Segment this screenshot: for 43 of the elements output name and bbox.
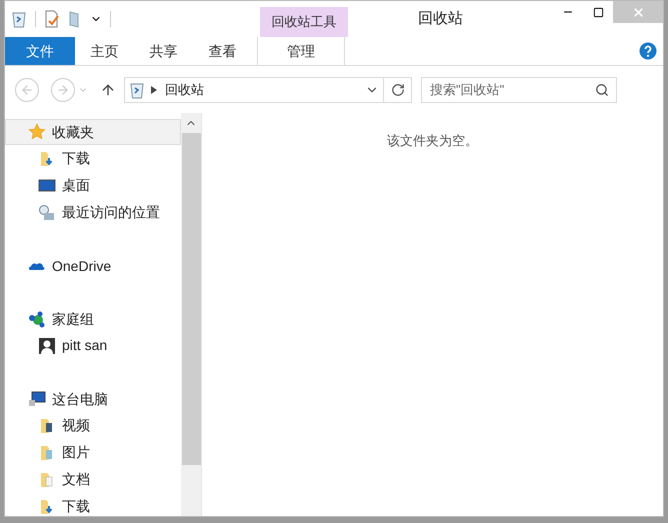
address-bar[interactable]: 回收站 [124,76,412,102]
nav-item[interactable]: 视频 [5,412,181,439]
close-icon [632,6,644,18]
nav-item[interactable]: 家庭组 [5,306,181,332]
desktop-icon [38,176,56,194]
nav-item[interactable]: 这台电脑 [5,386,181,412]
scrollbar[interactable] [181,113,201,516]
search-field[interactable]: 搜索"回收站" [421,76,617,102]
window-title: 回收站 [418,8,463,29]
nav-item[interactable]: 文档 [5,466,181,493]
context-tab-header: 回收站工具 [260,7,348,37]
search-icon [595,82,609,96]
nav-item[interactable]: 下载 [5,145,181,172]
nav-item[interactable]: 桌面 [5,172,181,199]
computer-icon [28,390,46,408]
empty-folder-message: 该文件夹为空。 [387,132,478,150]
help-icon[interactable] [639,42,657,60]
breadcrumb-arrow-icon [151,86,157,94]
forward-arrow-icon [56,82,70,96]
ribbon-tab[interactable]: 主页 [75,37,134,65]
scroll-thumb[interactable] [182,133,200,465]
nav-item[interactable]: 下载 [5,493,181,516]
up-icon[interactable] [100,82,116,98]
recycle-bin-icon [129,80,145,98]
nav-item[interactable]: pitt san [5,332,181,359]
nav-item[interactable]: 收藏夹 [5,119,181,145]
homegroup-icon [28,310,46,328]
ribbon-tab[interactable]: 共享 [134,37,193,65]
recent-places-icon [38,204,56,222]
address-path: 回收站 [165,80,204,99]
user-icon [38,336,56,354]
recycle-bin-icon [11,10,27,28]
nav-item[interactable]: 图片 [5,439,181,466]
file-tab[interactable]: 文件 [5,37,75,65]
ribbon-tab[interactable]: 查看 [193,37,252,65]
properties-icon[interactable] [44,10,60,28]
refresh-icon [390,82,404,96]
nav-item[interactable]: 最近访问的位置 [5,199,181,226]
maximize-icon [592,6,604,18]
nav-item[interactable]: OneDrive [5,253,181,279]
ribbon-tab[interactable]: 管理 [257,37,345,65]
star-icon [28,123,46,141]
back-arrow-icon [20,82,34,96]
